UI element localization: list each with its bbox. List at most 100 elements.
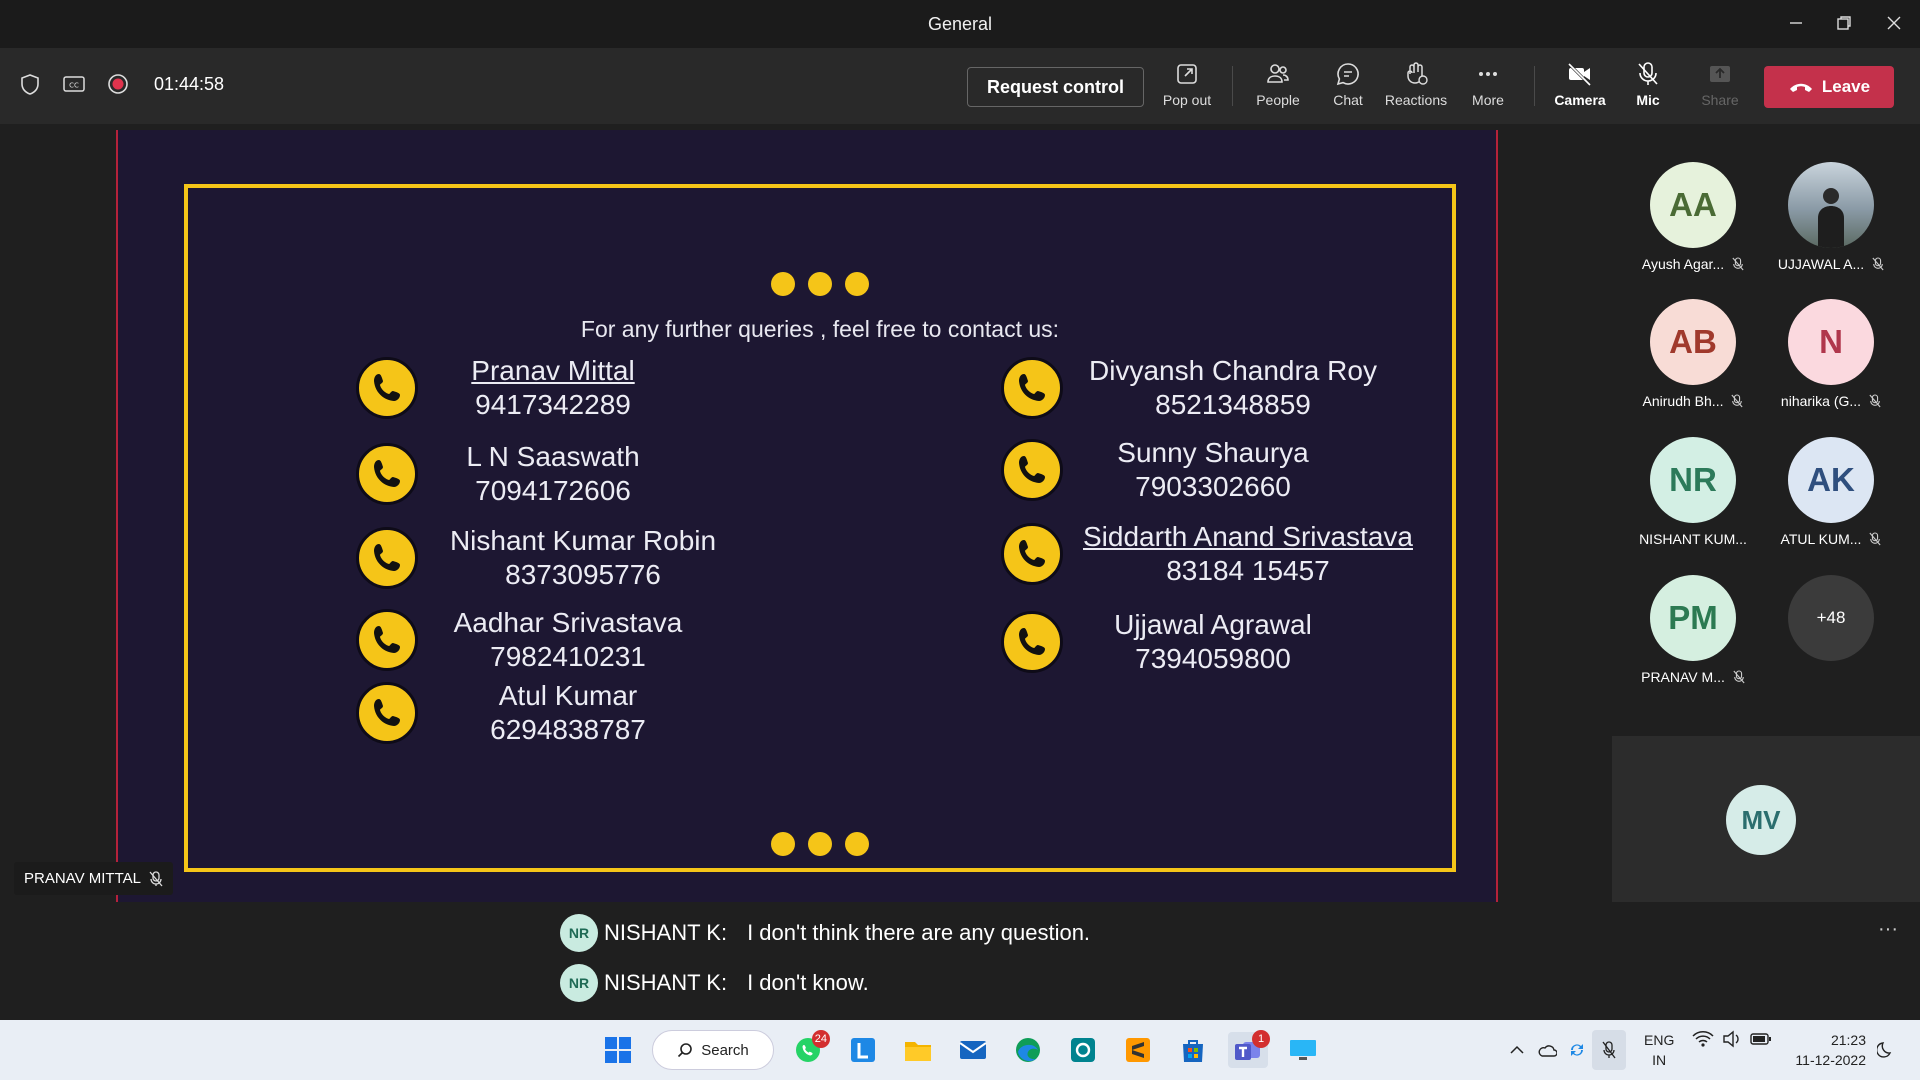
pop-out-label: Pop out [1162,92,1212,108]
restore-button[interactable] [1824,8,1864,38]
battery-icon [1750,1033,1771,1045]
shield-icon[interactable] [18,72,42,96]
contact-name[interactable]: Pranav Mittal [418,354,688,388]
share-icon [1710,66,1730,82]
more-button[interactable]: More [1454,60,1522,108]
minimize-button[interactable] [1776,8,1816,38]
decor-dot [845,272,869,296]
more-icon [1479,72,1497,76]
decor-dot [771,272,795,296]
avatar: PM [1650,575,1736,661]
whatsapp-icon[interactable]: 24 [788,1030,830,1068]
mic-off-icon [1869,532,1882,546]
mic-muted-icon[interactable] [1592,1030,1626,1070]
participant-name: ATUL KUM... [1780,531,1862,547]
decor-dot [808,272,832,296]
people-label: People [1256,92,1300,108]
do-not-disturb-icon[interactable] [1866,1032,1906,1068]
contact-entry: Nishant Kumar Robin 8373095776 [356,524,748,592]
sync-icon[interactable] [1562,1030,1592,1070]
presentation-slide: For any further queries , feel free to c… [116,130,1498,902]
chat-button[interactable]: Chat [1314,60,1382,108]
hang-up-icon [1789,83,1812,92]
mic-off-icon [1731,394,1744,408]
camera-off-icon [1567,62,1592,87]
participant-name: UJJAWAL A... [1777,256,1865,272]
region-code: IN [1652,1052,1667,1068]
more-label: More [1472,92,1504,108]
chevron-up-icon[interactable] [1502,1030,1532,1070]
contact-name: Atul Kumar [498,680,638,711]
captions-icon[interactable]: CC [62,72,86,96]
remote-desktop-icon[interactable] [1283,1032,1323,1068]
microsoft-store-icon[interactable] [1173,1032,1213,1068]
participant-tile[interactable]: PM PRANAV M... [1624,575,1762,685]
close-button[interactable] [1874,8,1914,38]
mail-icon[interactable] [953,1032,993,1068]
participant-tile[interactable]: N niharika (G... [1762,299,1900,409]
phone-icon [356,357,418,419]
avatar: N [1788,299,1874,385]
participant-tile[interactable]: AA Ayush Agar... [1624,162,1762,272]
phone-icon [1001,439,1063,501]
contact-name: Ujjawal Agrawal [1114,609,1312,640]
title-bar: General [0,0,1920,48]
avatar-photo [1788,162,1874,248]
request-control-button[interactable]: Request control [967,67,1144,107]
participant-tile[interactable]: AK ATUL KUM... [1762,437,1900,547]
app-l-icon[interactable] [843,1032,883,1068]
contact-phone: 83184 15457 [1166,555,1330,586]
file-explorer-icon[interactable] [898,1032,938,1068]
cortana-app-icon[interactable] [1063,1032,1103,1068]
contact-name: Divyansh Chandra Roy [1089,355,1377,386]
recording-icon [106,72,130,96]
captions-more-icon[interactable]: ··· [1878,918,1898,941]
avatar: NR [1650,437,1736,523]
self-view-tile[interactable]: MV [1612,736,1920,902]
slide-frame: For any further queries , feel free to c… [184,184,1456,872]
reactions-button[interactable]: Reactions [1382,60,1450,108]
camera-button[interactable]: Camera [1546,60,1614,108]
participant-tile[interactable]: AB Anirudh Bh... [1624,299,1762,409]
edge-browser-icon[interactable] [1008,1032,1048,1068]
avatar: AK [1788,437,1874,523]
share-button[interactable]: Share [1686,60,1754,108]
svg-text:CC: CC [69,82,79,90]
leave-label: Leave [1821,77,1871,96]
sublime-text-icon[interactable] [1118,1032,1158,1068]
phone-icon [1001,611,1063,673]
decor-dot [808,832,832,856]
volume-icon [1723,1030,1739,1048]
system-clock[interactable]: 21:23 11-12-2022 [1795,1030,1866,1070]
people-button[interactable]: People [1244,60,1312,108]
caption-speaker: NISHANT K: [604,920,728,945]
mic-off-icon [149,870,163,886]
start-icon[interactable] [598,1032,638,1068]
wifi-icon [1692,1031,1714,1047]
camera-label: Camera [1554,92,1606,108]
participant-tile[interactable]: UJJAWAL A... [1762,162,1900,272]
phone-icon [1001,357,1063,419]
quick-settings[interactable] [1692,1030,1772,1048]
language-code: ENG [1644,1032,1675,1048]
contact-phone: 7903302660 [1135,471,1291,502]
onedrive-icon[interactable] [1532,1030,1562,1070]
mic-button[interactable]: Mic [1614,60,1682,108]
contact-phone: 9417342289 [475,389,631,420]
participant-name: PRANAV M... [1641,669,1725,685]
pop-out-button[interactable]: Pop out [1153,60,1221,108]
more-participants-count: +48 [1788,575,1874,661]
caption-text: I don't think there are any question. [747,920,1091,945]
input-language-indicator[interactable]: ENG IN [1644,1030,1674,1070]
teams-icon[interactable]: 1 [1228,1030,1270,1068]
more-participants-button[interactable]: +48 [1762,575,1900,661]
decor-dot [845,832,869,856]
contact-name[interactable]: Siddarth Anand Srivastava [1063,520,1433,554]
windows-taskbar: Search 24 1 ENG IN 21:23 11-12-2022 [0,1020,1920,1080]
contact-name: Sunny Shaurya [1117,437,1309,468]
taskbar-search[interactable]: Search [652,1030,774,1070]
avatar: AB [1650,299,1736,385]
leave-button[interactable]: Leave [1764,66,1894,108]
participant-tile[interactable]: NR NISHANT KUM... [1624,437,1762,547]
contact-entry: Sunny Shaurya 7903302660 [1001,436,1363,504]
